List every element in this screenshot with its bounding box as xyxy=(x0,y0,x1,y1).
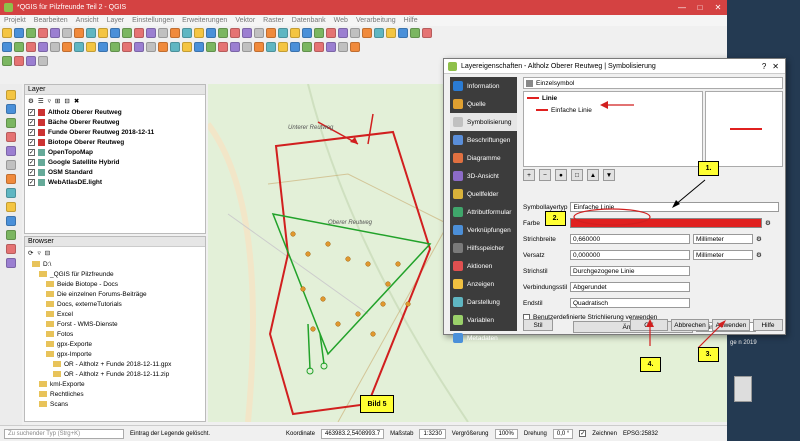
annotation-overlay xyxy=(573,101,726,349)
annotation-step-4: 4. xyxy=(640,357,661,372)
annotation-step-3: 3. xyxy=(698,347,719,362)
annotation-step-2: 2. xyxy=(545,211,566,226)
annotation-step-1: 1. xyxy=(698,161,719,176)
highlight-ellipse xyxy=(573,208,651,226)
